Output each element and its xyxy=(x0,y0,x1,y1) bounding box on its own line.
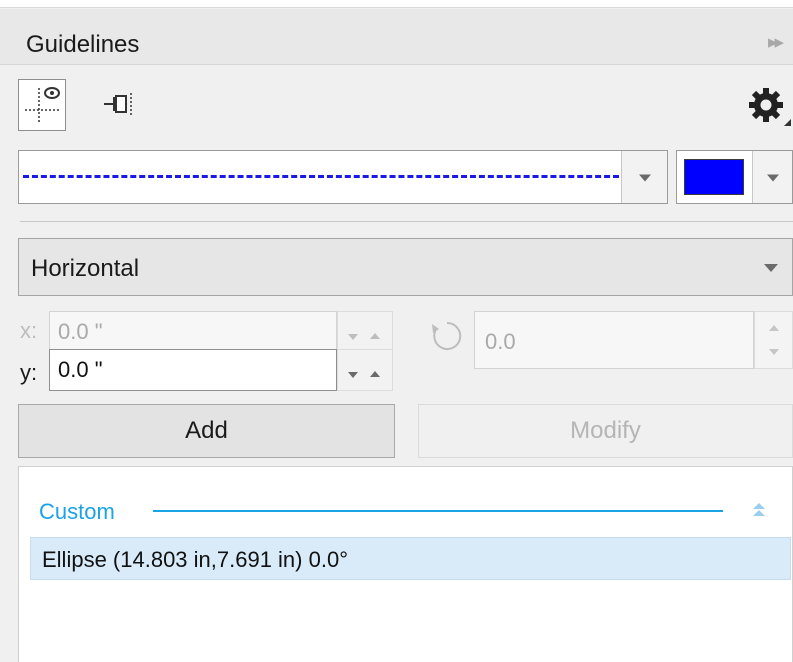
chevron-down-icon xyxy=(766,174,779,182)
stepper-down-icon[interactable] xyxy=(348,334,358,340)
guideline-preview-icon xyxy=(25,87,60,124)
angle-stepper[interactable] xyxy=(754,311,793,369)
group-header-line xyxy=(153,510,723,512)
modify-button[interactable]: Modify xyxy=(418,404,793,458)
chevron-down-icon xyxy=(764,264,778,272)
add-button[interactable]: Add xyxy=(18,404,395,458)
x-input-value: 0.0 " xyxy=(58,319,103,344)
x-stepper[interactable] xyxy=(337,311,393,351)
collapse-icon[interactable] xyxy=(751,500,767,520)
guide-type-dropdown[interactable]: Horizontal xyxy=(18,238,793,296)
x-input[interactable]: 0.0 " xyxy=(49,311,337,351)
group-header-label[interactable]: Custom xyxy=(39,499,115,525)
y-input-value: 0.0 " xyxy=(58,357,103,382)
angle-input-value: 0.0 xyxy=(485,329,516,354)
chevron-down-icon xyxy=(638,174,651,182)
section-divider xyxy=(20,221,793,222)
stepper-up-icon[interactable] xyxy=(370,371,380,377)
panel-title: Guidelines xyxy=(26,31,140,58)
list-item[interactable]: Ellipse (14.803 in,7.691 in) 0.0° xyxy=(30,537,791,580)
y-input[interactable]: 0.0 " xyxy=(49,349,337,391)
y-stepper[interactable] xyxy=(337,349,393,391)
color-swatch xyxy=(684,159,744,195)
dashed-line-preview xyxy=(23,175,619,178)
stepper-up-icon[interactable] xyxy=(370,333,380,339)
window-top-edge xyxy=(0,0,793,8)
panel-header: Guidelines ▸▸ xyxy=(0,9,793,65)
stepper-up-icon[interactable] xyxy=(769,325,779,331)
list-item-text: Ellipse (14.803 in,7.691 in) 0.0° xyxy=(42,547,348,572)
x-label: x: xyxy=(20,318,38,343)
angle-input[interactable]: 0.0 xyxy=(474,311,754,369)
stepper-down-icon[interactable] xyxy=(348,372,358,378)
snap-to-guideline-button[interactable] xyxy=(92,79,140,131)
guideline-preview-button[interactable] xyxy=(18,79,66,131)
stepper-down-icon[interactable] xyxy=(769,349,779,355)
line-style-dropdown-arrow[interactable] xyxy=(621,151,667,203)
snap-to-guideline-icon xyxy=(104,93,132,115)
guideline-list: Custom Ellipse (14.803 in,7.691 in) 0.0° xyxy=(18,466,793,662)
gear-icon[interactable] xyxy=(746,84,792,130)
guide-color-picker[interactable] xyxy=(676,150,793,204)
rotate-icon xyxy=(427,316,467,356)
line-style-dropdown[interactable] xyxy=(18,150,668,204)
color-dropdown-arrow[interactable] xyxy=(752,151,792,203)
y-label: y: xyxy=(20,360,38,385)
panel-expand-icon[interactable]: ▸▸ xyxy=(768,31,784,54)
guide-type-value: Horizontal xyxy=(31,255,140,282)
